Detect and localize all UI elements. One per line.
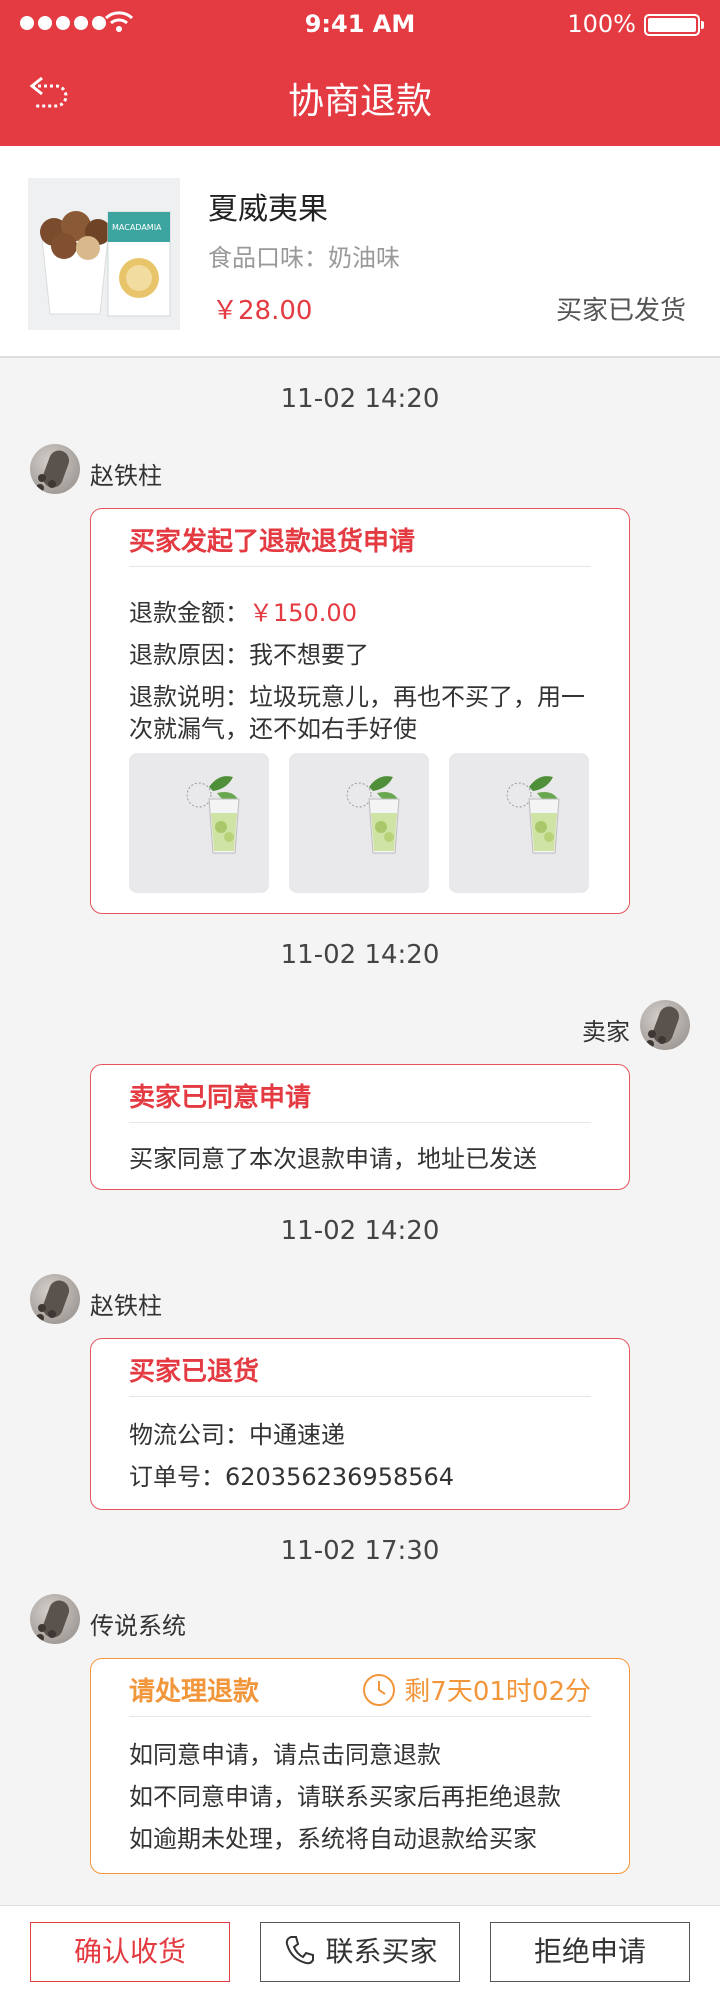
battery-percent: 100% — [567, 10, 636, 38]
avatar[interactable] — [30, 444, 80, 494]
refund-description-line1: 退款说明：垃圾玩意儿，再也不买了，用一 — [129, 683, 585, 711]
card-title: 卖家已同意申请 — [129, 1077, 591, 1123]
seller-agree-card: 卖家已同意申请 买家同意了本次退款申请，地址已发送 — [90, 1064, 630, 1190]
refund-amount-value: ￥150.00 — [249, 599, 357, 627]
order-status: 买家已发货 — [555, 296, 686, 326]
evidence-image[interactable] — [129, 753, 269, 893]
refund-reason: 退款原因：我不想要了 — [129, 641, 369, 669]
contact-buyer-button[interactable]: 联系买家 — [260, 1922, 460, 1982]
product-image: MACADAMIA — [28, 178, 180, 330]
countdown: 剩7天01时02分 — [362, 1671, 591, 1708]
sender-name: 传说系统 — [90, 1612, 186, 1640]
avatar[interactable] — [30, 1274, 80, 1324]
buyer-returned-card: 买家已退货 物流公司：中通速递 订单号：620356236958564 — [90, 1338, 630, 1510]
refund-description-line2: 次就漏气，还不如右手好使 — [129, 715, 417, 743]
sender-name: 赵铁柱 — [90, 1292, 162, 1320]
card-title: 买家已退货 — [129, 1351, 591, 1397]
package-text: MACADAMIA — [112, 223, 162, 232]
page-title: 协商退款 — [287, 81, 432, 122]
product-price: ￥28.00 — [212, 296, 313, 326]
timestamp: 11-02 14:20 — [280, 940, 440, 970]
evidence-images — [129, 753, 589, 893]
phone-icon — [285, 1936, 314, 1965]
confirm-receipt-button[interactable]: 确认收货 — [30, 1922, 230, 1982]
product-name: 夏威夷果 — [208, 192, 328, 227]
battery-icon — [644, 14, 704, 36]
card-title: 买家发起了退款退货申请 — [129, 521, 591, 567]
product-summary: MACADAMIA 夏威夷果 食品口味：奶油味 ￥28.00 买家已发货 — [0, 146, 720, 358]
sender-name: 卖家 — [582, 1018, 630, 1046]
top-bar: 9:41 AM 100% 协商退款 — [0, 0, 720, 146]
product-flavor: 食品口味：奶油味 — [208, 244, 400, 272]
drink-image-icon — [346, 776, 400, 854]
instruction-line: 如不同意申请，请联系买家后再拒绝退款 — [129, 1783, 561, 1811]
tracking-number: 订单号：620356236958564 — [129, 1463, 455, 1491]
refund-amount: 退款金额：￥150.00 — [129, 597, 609, 629]
evidence-image[interactable] — [289, 753, 429, 893]
card-title: 请处理退款 剩7天01时02分 — [129, 1671, 591, 1717]
drink-image-icon — [506, 776, 560, 854]
avatar[interactable] — [640, 1000, 690, 1050]
logistics-company: 物流公司：中通速递 — [129, 1421, 345, 1449]
product-photo: MACADAMIA — [28, 178, 180, 330]
refund-amount-label: 退款金额： — [129, 599, 249, 627]
timestamp: 11-02 14:20 — [280, 1216, 440, 1246]
action-bar: 确认收货 联系买家 拒绝申请 — [0, 1905, 720, 1995]
process-refund-card: 请处理退款 剩7天01时02分 如同意申请，请点击同意退款 如不同意申请，请联系… — [90, 1658, 630, 1874]
timestamp: 11-02 17:30 — [280, 1536, 440, 1566]
instruction-line: 如同意申请，请点击同意退款 — [129, 1741, 441, 1769]
drink-image-icon — [186, 776, 240, 854]
card-title-text: 请处理退款 — [129, 1677, 260, 1707]
reject-request-button[interactable]: 拒绝申请 — [490, 1922, 690, 1982]
countdown-text: 剩7天01时02分 — [404, 1677, 591, 1707]
contact-buyer-label: 联系买家 — [325, 1935, 438, 1968]
instruction-line: 如逾期未处理，系统将自动退款给买家 — [129, 1825, 537, 1853]
timestamp: 11-02 14:20 — [280, 384, 440, 414]
clock-icon — [363, 1673, 396, 1706]
evidence-image[interactable] — [449, 753, 589, 893]
status-bar: 9:41 AM 100% — [0, 0, 720, 48]
refund-request-card: 买家发起了退款退货申请 退款金额：￥150.00 退款原因：我不想要了 退款说明… — [90, 508, 630, 914]
card-line: 买家同意了本次退款申请，地址已发送 — [129, 1145, 537, 1173]
avatar[interactable] — [30, 1594, 80, 1644]
sender-name: 赵铁柱 — [90, 462, 162, 490]
